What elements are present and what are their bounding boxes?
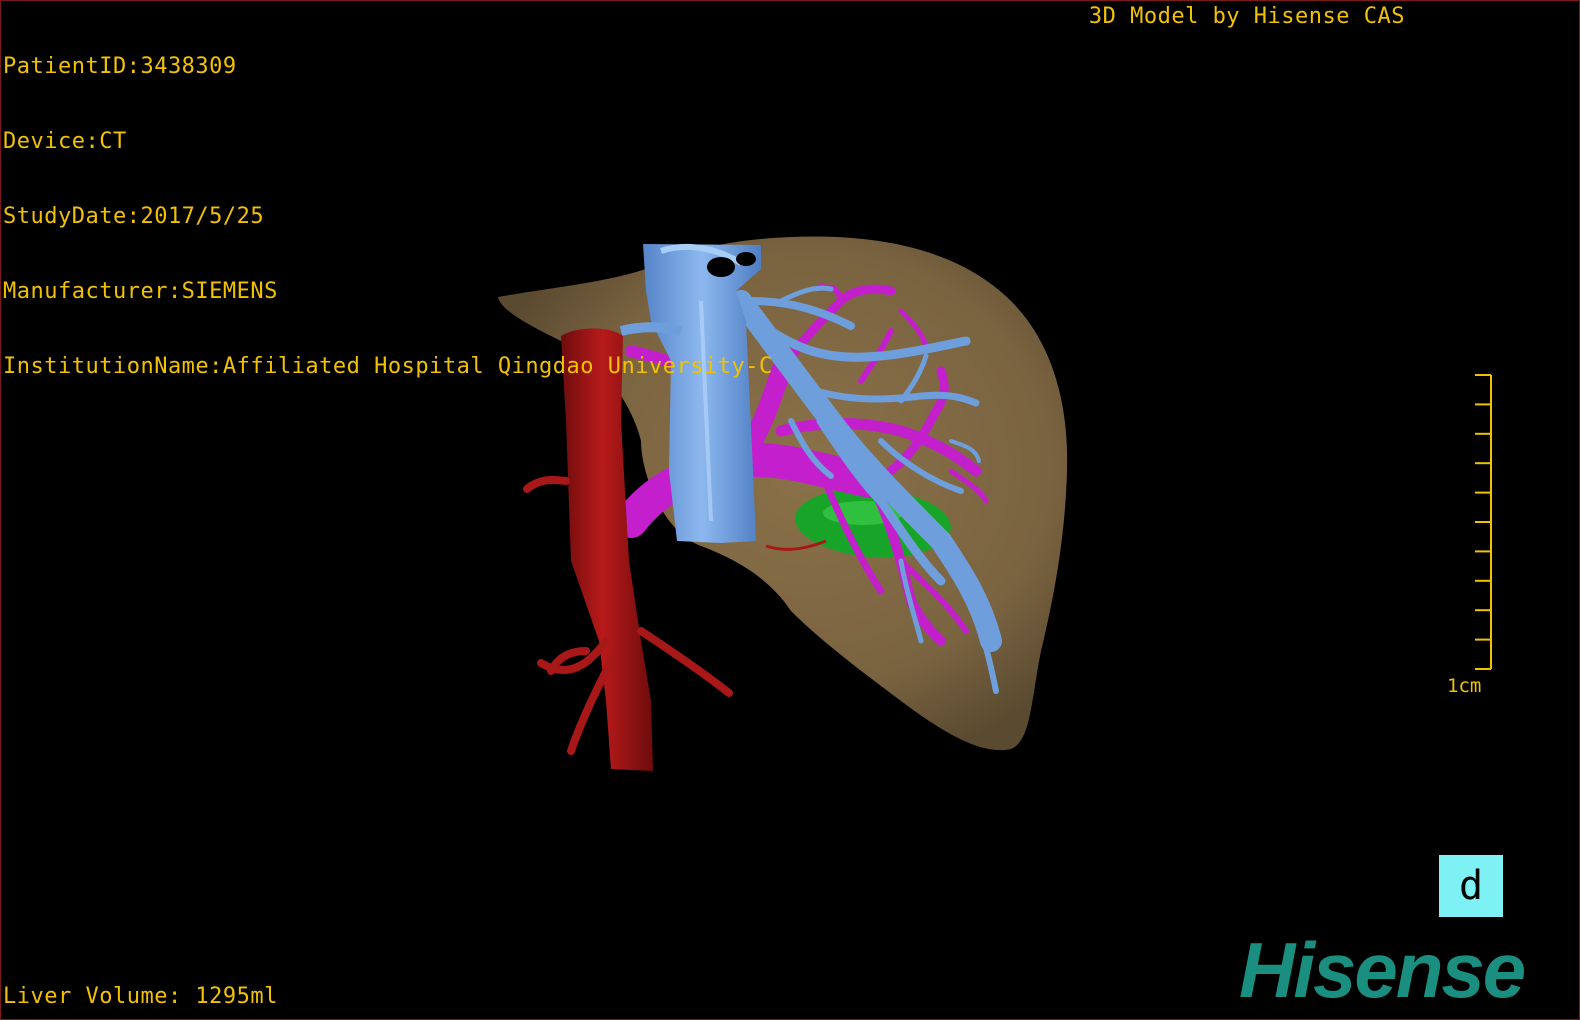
institution-name: InstitutionName:Affiliated Hospital Qing… <box>3 354 773 379</box>
patient-id: PatientID:3438309 <box>3 54 237 79</box>
hisense-logo: Hisense <box>1239 926 1526 1014</box>
study-info: PatientID:3438309 Device:CT StudyDate:20… <box>3 4 773 429</box>
device: Device:CT <box>3 129 127 154</box>
orientation-cube[interactable]: d <box>1439 855 1503 917</box>
model-credit: 3D Model by Hisense CAS <box>1088 4 1405 29</box>
study-date: StudyDate:2017/5/25 <box>3 204 265 229</box>
manufacturer: Manufacturer:SIEMENS <box>3 279 278 304</box>
scale-bar <box>1475 374 1492 670</box>
liver-volume: Liver Volume: 1295ml <box>3 984 278 1009</box>
3d-viewport[interactable]: PatientID:3438309 Device:CT StudyDate:20… <box>0 0 1580 1020</box>
orientation-cube-label: d <box>1458 863 1484 909</box>
scale-label: 1cm <box>1447 675 1482 697</box>
